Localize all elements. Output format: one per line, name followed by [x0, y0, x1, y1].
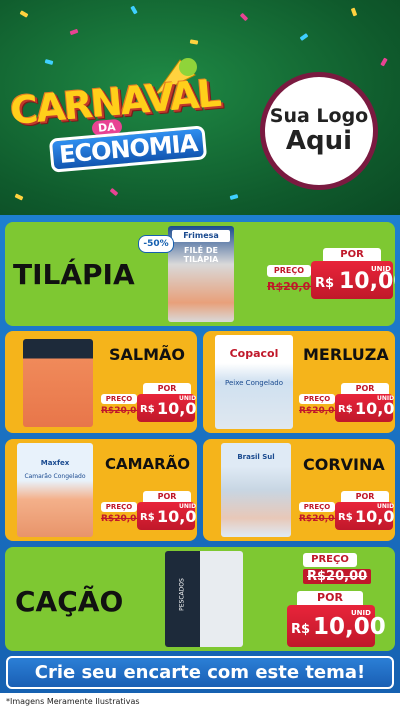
product-card-merluza: MERLUZA Copacol Peixe Congelado POR PREÇ…: [203, 331, 395, 433]
confetti: [130, 5, 138, 15]
confetti: [239, 12, 249, 22]
confetti: [44, 59, 54, 65]
product-name: CORVINA: [303, 455, 385, 474]
logo-line-2: Aqui: [285, 126, 353, 157]
currency: R$: [140, 404, 155, 415]
product-image-corvina: Brasil Sul: [221, 443, 291, 537]
currency: R$: [291, 622, 311, 637]
confetti: [14, 193, 24, 201]
old-price: R$20,00: [303, 569, 372, 584]
por-label: POR: [341, 383, 389, 394]
unit-label: UNID: [179, 395, 197, 402]
currency: R$: [315, 276, 335, 291]
por-label: POR: [323, 248, 381, 261]
currency: R$: [338, 512, 353, 523]
preco-label: PREÇO: [303, 553, 357, 567]
unit-label: UNID: [179, 503, 197, 510]
new-price-box: R$ 10,00 UNID: [137, 502, 197, 530]
por-label: POR: [341, 491, 389, 502]
brand-label: Copacol: [229, 347, 279, 360]
preco-label: PREÇO: [101, 502, 137, 512]
product-card-camarao: CAMARÃO Maxfex Camarão Congelado POR PRE…: [5, 439, 197, 541]
confetti: [229, 194, 239, 200]
product-name: MERLUZA: [303, 345, 389, 364]
product-card-corvina: CORVINA Brasil Sul POR PREÇO R$20,00 R$ …: [203, 439, 395, 541]
product-name: CAMARÃO: [105, 455, 191, 473]
product-image-camarao: Maxfex Camarão Congelado: [17, 443, 93, 537]
product-card-salmao: SALMÃO POR PREÇO R$20,00 R$ 10,00 UNID: [5, 331, 197, 433]
disclaimer-note: *Imagens Meramente Ilustrativas: [0, 693, 400, 711]
por-label: POR: [143, 383, 191, 394]
product-image-salmao: [23, 339, 93, 427]
currency: R$: [140, 512, 155, 523]
product-name: CAÇÃO: [15, 585, 124, 618]
product-card-cacao: CAÇÃO PESCADOS PREÇO R$20,00 POR R$ 10,0…: [5, 547, 395, 651]
confetti: [350, 7, 358, 17]
unit-label: UNID: [371, 265, 391, 273]
unit-label: UNID: [377, 395, 395, 402]
pack-label: PESCADOS: [178, 578, 186, 611]
store-logo-placeholder: Sua Logo Aqui: [260, 72, 378, 190]
product-name: TILÁPIA: [13, 258, 135, 291]
confetti: [189, 39, 199, 45]
product-image-cacao: PESCADOS: [165, 551, 243, 647]
confetti: [69, 28, 79, 36]
create-flyer-button[interactable]: Crie seu encarte com este tema!: [6, 656, 394, 689]
new-price-box: R$ 10,00 UNID: [335, 502, 395, 530]
title-economia: ECONOMIA: [48, 125, 208, 173]
confetti: [109, 187, 119, 197]
price-value: 10,00: [313, 614, 386, 640]
new-price-box: R$ 10,00 UNID: [335, 394, 395, 422]
brand-label: Brasil Sul: [237, 453, 275, 461]
brand-label: Maxfex: [40, 459, 70, 467]
confetti: [299, 33, 309, 41]
pack-label: Camarão Congelado: [24, 473, 86, 480]
new-price-box: R$ 10,00 UNID: [287, 605, 386, 647]
product-card-tilapia: TILÁPIA Frimesa FILÉ DE TILÁPIA POR PREÇ…: [5, 222, 395, 326]
header-banner: CARNAVAL DA ECONOMIA Sua Logo Aqui: [0, 0, 400, 215]
preco-label: PREÇO: [299, 394, 335, 404]
por-label: POR: [297, 591, 363, 605]
pack-label: FILÉ DE TILÁPIA: [183, 246, 219, 264]
preco-label: PREÇO: [299, 502, 335, 512]
preco-label: PREÇO: [267, 265, 311, 277]
unit-label: UNID: [351, 609, 371, 617]
new-price-box: R$ 10,00 UNID: [311, 261, 395, 299]
discount-badge: -50%: [138, 235, 174, 253]
logo-line-1: Sua Logo: [269, 105, 369, 128]
preco-label: PREÇO: [101, 394, 137, 404]
product-image-merluza: Copacol Peixe Congelado: [215, 335, 293, 429]
currency: R$: [338, 404, 353, 415]
confetti: [19, 10, 29, 18]
pack-label: Peixe Congelado: [225, 379, 283, 387]
campaign-title: CARNAVAL DA ECONOMIA: [8, 71, 250, 175]
unit-label: UNID: [377, 503, 395, 510]
new-price-box: R$ 10,00 UNID: [137, 394, 197, 422]
confetti: [380, 57, 388, 67]
product-image-tilapia: Frimesa FILÉ DE TILÁPIA: [168, 226, 234, 322]
por-label: POR: [143, 491, 191, 502]
product-name: SALMÃO: [109, 345, 186, 364]
brand-label: Frimesa: [172, 230, 230, 242]
